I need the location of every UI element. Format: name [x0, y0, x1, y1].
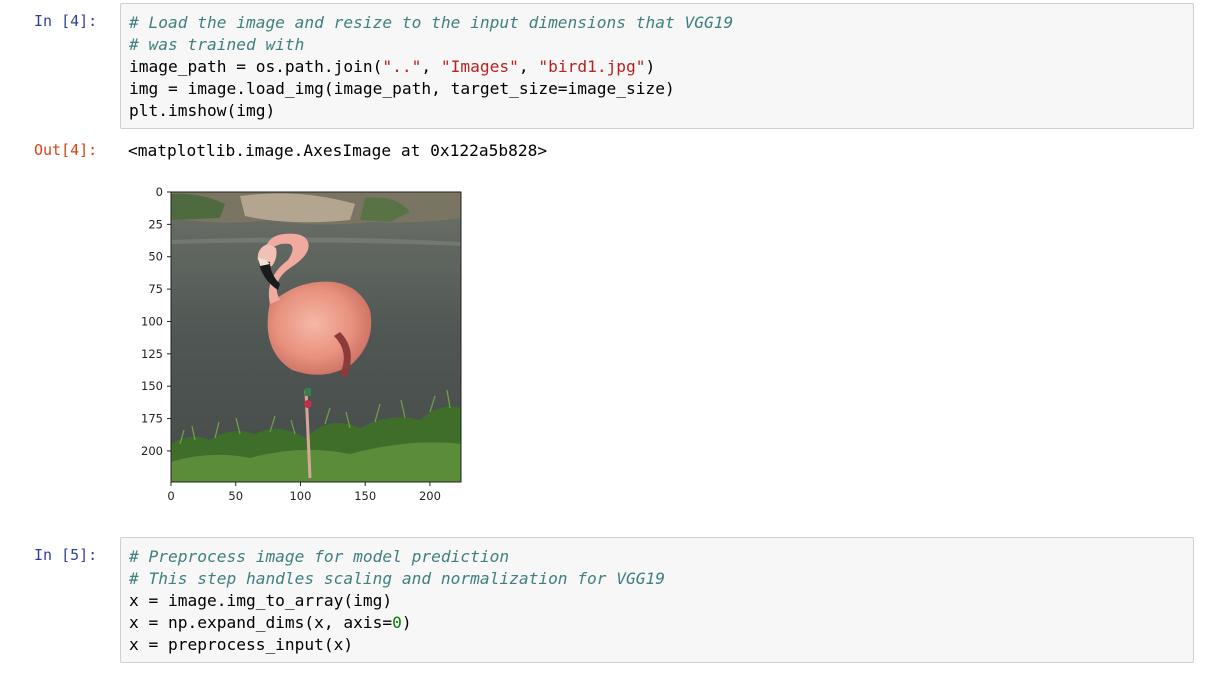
cell-prompt-in-5: In [5]: [34, 546, 98, 564]
code-cell-4[interactable]: # Load the image and resize to the input… [120, 3, 1194, 129]
code-token: , [518, 57, 539, 76]
code-comment: # Preprocess image for model prediction [129, 547, 510, 566]
code-cell-5[interactable]: # Preprocess image for model prediction #… [120, 537, 1194, 663]
code-string: ".." [382, 57, 422, 76]
cell-prompt-out-4: Out[4]: [34, 141, 98, 159]
y-axis-ticks: 0 25 50 75 100 125 150 175 200 [141, 185, 171, 458]
image-axes [171, 192, 461, 482]
y-tick-label: 25 [148, 217, 163, 231]
code-line[interactable]: x = image.img_to_array(img) [129, 590, 1185, 612]
x-tick-label: 50 [228, 489, 243, 503]
code-string: "Images" [440, 57, 519, 76]
code-token: img = image.load_img(image_path, target_… [129, 79, 675, 98]
code-line[interactable]: x = np.expand_dims(x, axis=0) [129, 612, 1185, 634]
y-tick-label: 150 [141, 379, 163, 393]
code-token: image_path = os.path.join( [129, 57, 383, 76]
x-axis-ticks: 0 50 100 150 200 [167, 482, 441, 503]
code-string: "bird1.jpg" [538, 57, 646, 76]
matplotlib-figure: 0 25 50 75 100 125 150 175 200 0 50 100 150 200 [141, 185, 462, 503]
code-line[interactable]: x = preprocess_input(x) [129, 634, 1185, 656]
code-token: ) [401, 613, 412, 632]
y-tick-label: 175 [141, 412, 163, 426]
code-token: plt.imshow(img) [129, 101, 276, 120]
code-comment: # was trained with [129, 35, 305, 54]
code-comment: # This step handles scaling and normaliz… [129, 569, 666, 588]
code-line[interactable]: # Load the image and resize to the input… [129, 12, 1185, 34]
y-tick-label: 0 [156, 185, 163, 199]
code-number: 0 [392, 613, 402, 632]
code-token: ) [645, 57, 656, 76]
code-line[interactable]: plt.imshow(img) [129, 100, 1185, 122]
x-tick-label: 0 [167, 489, 174, 503]
y-tick-label: 100 [141, 314, 163, 328]
y-tick-label: 200 [141, 444, 163, 458]
code-comment: # Load the image and resize to the input… [129, 13, 734, 32]
code-token: x = preprocess_input(x) [129, 635, 354, 654]
code-line[interactable]: img = image.load_img(image_path, target_… [129, 78, 1185, 100]
code-token: x = image.img_to_array(img) [129, 591, 393, 610]
y-tick-label: 125 [141, 347, 163, 361]
y-tick-label: 75 [148, 282, 163, 296]
x-tick-label: 150 [354, 489, 376, 503]
y-tick-label: 50 [148, 250, 163, 264]
cell-prompt-in-4: In [4]: [34, 12, 98, 30]
x-tick-label: 200 [419, 489, 441, 503]
code-line[interactable]: # This step handles scaling and normaliz… [129, 568, 1185, 590]
output-text: <matplotlib.image.AxesImage at 0x122a5b8… [128, 141, 548, 160]
code-line[interactable]: # was trained with [129, 34, 1185, 56]
x-tick-label: 100 [289, 489, 311, 503]
code-token: , [421, 57, 441, 76]
code-token: x = np.expand_dims(x, axis= [129, 613, 393, 632]
code-line[interactable]: # Preprocess image for model prediction [129, 546, 1185, 568]
code-line[interactable]: image_path = os.path.join("..", "Images"… [129, 56, 1185, 78]
